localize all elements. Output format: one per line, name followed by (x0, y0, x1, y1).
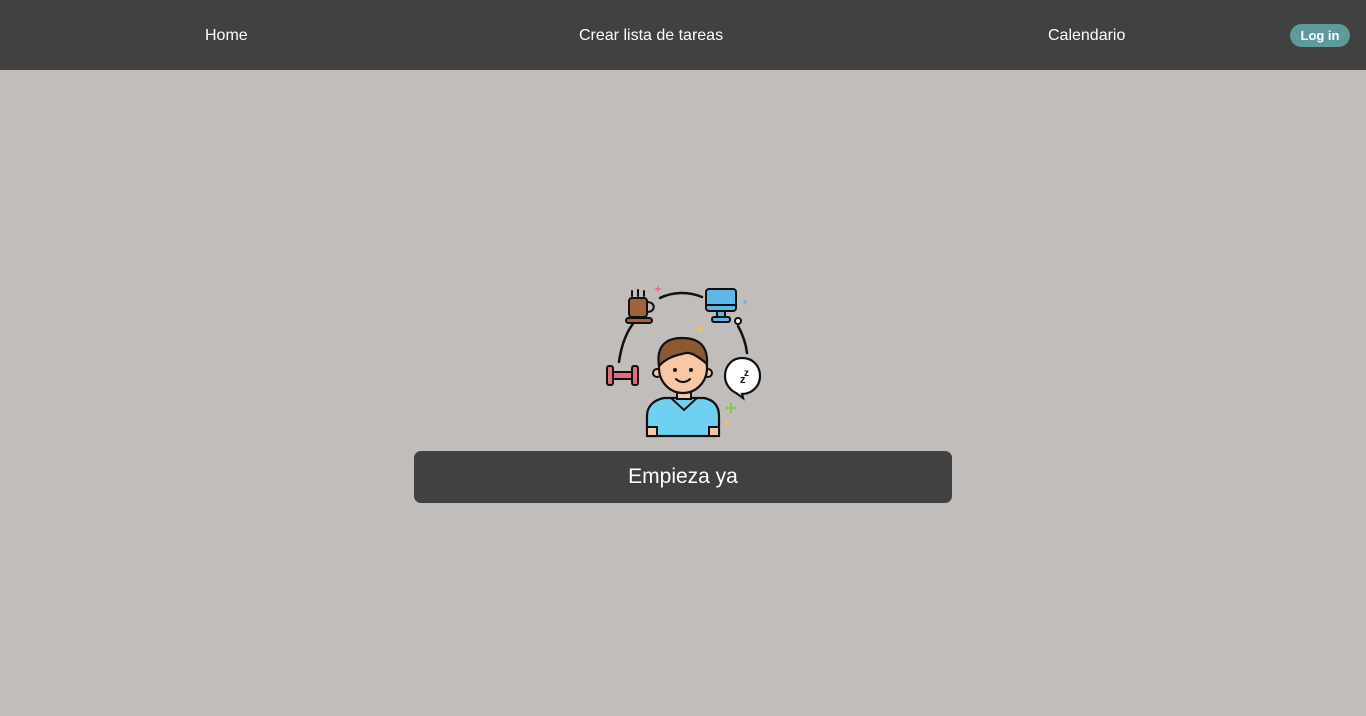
computer-monitor-icon (705, 288, 742, 325)
daily-routine-illustration: z z (606, 285, 762, 438)
nav-link-home[interactable]: Home (205, 25, 248, 47)
person-avatar-icon (645, 336, 721, 438)
coffee-cup-icon (625, 289, 655, 324)
svg-text:z: z (744, 368, 749, 379)
start-now-button[interactable]: Empieza ya (414, 451, 952, 503)
hero-illustration: z z (600, 280, 766, 440)
nav-link-create-task-list[interactable]: Crear lista de tareas (579, 25, 723, 47)
sleep-bubble-icon: z z (723, 356, 762, 401)
login-button[interactable]: Log in (1290, 24, 1350, 47)
top-navbar: Home Crear lista de tareas Calendario Lo… (0, 0, 1366, 70)
dumbbell-icon (606, 365, 639, 386)
nav-link-calendar[interactable]: Calendario (1048, 25, 1125, 47)
